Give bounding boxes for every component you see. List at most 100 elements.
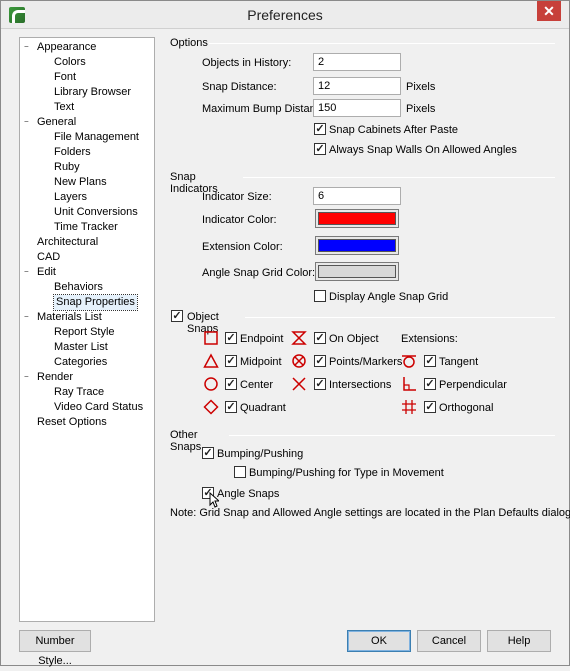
- snap-walls-checkbox[interactable]: ✓: [314, 143, 326, 155]
- tree-item-snap-properties[interactable]: Snap Properties: [53, 294, 138, 311]
- snap-perpendicular-label: Perpendicular: [439, 379, 507, 391]
- other-snaps-divider: [229, 435, 555, 436]
- x-icon: [292, 377, 306, 391]
- tree-item-appearance[interactable]: Appearance: [37, 40, 96, 55]
- snap-tangent-checkbox[interactable]: ✓: [424, 355, 436, 367]
- help-button[interactable]: Help: [487, 630, 551, 652]
- tree-item-general[interactable]: General: [37, 115, 76, 130]
- object-snaps-checkbox[interactable]: ✓: [171, 310, 183, 322]
- mouse-cursor-icon: [209, 492, 219, 508]
- number-style-button[interactable]: Number Style...: [19, 630, 91, 667]
- display-angle-grid-label: Display Angle Snap Grid: [329, 291, 449, 303]
- snap-midpoint-checkbox[interactable]: ✓: [225, 355, 237, 367]
- preferences-tree[interactable]: − Appearance Colors Font Library Browser Text…: [19, 37, 155, 622]
- tree-expander-icon[interactable]: −: [24, 313, 32, 321]
- snap-cabinets-label: Snap Cabinets After Paste: [329, 124, 459, 136]
- tree-item-edit[interactable]: Edit: [37, 265, 56, 280]
- tree-item-behaviors[interactable]: Behaviors: [54, 280, 103, 295]
- diamond-icon: [203, 399, 219, 415]
- snap-intersections-checkbox[interactable]: ✓: [314, 378, 326, 390]
- angle-snap-grid-color-label: Angle Snap Grid Color:: [202, 267, 316, 279]
- tree-item-layers[interactable]: Layers: [54, 190, 87, 205]
- tree-item-unit-conversions[interactable]: Unit Conversions: [54, 205, 138, 220]
- other-snaps-group-title: Other Snaps: [170, 429, 202, 453]
- tree-expander-icon[interactable]: −: [24, 118, 32, 126]
- snap-points-markers-checkbox[interactable]: ✓: [314, 355, 326, 367]
- indicator-size-field[interactable]: 6: [313, 187, 401, 205]
- tree-item-file-management[interactable]: File Management: [54, 130, 139, 145]
- extensions-label: Extensions:: [401, 333, 458, 345]
- object-snaps-divider: [245, 317, 555, 318]
- angle-snap-grid-color-button[interactable]: [315, 262, 399, 281]
- tree-item-font[interactable]: Font: [54, 70, 76, 85]
- snap-quadrant-label: Quadrant: [240, 402, 286, 414]
- snap-tangent-label: Tangent: [439, 356, 479, 368]
- tree-item-master-list[interactable]: Master List: [54, 340, 108, 355]
- window-title: Preferences: [247, 7, 323, 23]
- tree-item-ray-trace[interactable]: Ray Trace: [54, 385, 104, 400]
- extension-color-fill: [318, 239, 396, 252]
- snap-quadrant-checkbox[interactable]: ✓: [225, 401, 237, 413]
- preferences-window: Preferences ✕ − Appearance Colors Font Libra…: [0, 0, 570, 667]
- tree-item-folders[interactable]: Folders: [54, 145, 91, 160]
- cancel-button[interactable]: Cancel: [417, 630, 481, 652]
- snap-distance-field[interactable]: 12: [313, 77, 401, 95]
- snap-endpoint-label: Endpoint: [240, 333, 284, 345]
- plan-defaults-note: Note: Grid Snap and Allowed Angle settin…: [170, 507, 570, 519]
- extension-color-button[interactable]: [315, 236, 399, 255]
- tree-expander-icon[interactable]: −: [24, 43, 32, 51]
- close-button[interactable]: ✕: [537, 1, 561, 21]
- hourglass-icon: [291, 331, 307, 345]
- snap-indicators-divider: [243, 177, 555, 178]
- tree-item-report-style[interactable]: Report Style: [54, 325, 115, 340]
- options-divider: [209, 43, 555, 44]
- max-bump-distance-unit: Pixels: [406, 103, 436, 115]
- tree-item-cad[interactable]: CAD: [37, 250, 60, 265]
- tree-item-colors[interactable]: Colors: [54, 55, 86, 70]
- ok-button[interactable]: OK: [347, 630, 411, 652]
- snap-on-object-checkbox[interactable]: ✓: [314, 332, 326, 344]
- tangent-icon: [402, 355, 416, 368]
- tree-item-reset-options[interactable]: Reset Options: [37, 415, 107, 430]
- indicator-color-fill: [318, 212, 396, 225]
- tree-item-categories[interactable]: Categories: [54, 355, 107, 370]
- snap-perpendicular-checkbox[interactable]: ✓: [424, 378, 436, 390]
- objects-in-history-field[interactable]: 2: [313, 53, 401, 71]
- snap-distance-label: Snap Distance:: [202, 81, 277, 93]
- tree-item-new-plans[interactable]: New Plans: [54, 175, 107, 190]
- max-bump-distance-field[interactable]: 150: [313, 99, 401, 117]
- snap-distance-unit: Pixels: [406, 81, 436, 93]
- tree-expander-icon[interactable]: −: [24, 268, 32, 276]
- extension-color-label: Extension Color:: [202, 241, 283, 253]
- snap-midpoint-label: Midpoint: [240, 356, 282, 368]
- snap-endpoint-checkbox[interactable]: ✓: [225, 332, 237, 344]
- tree-item-architectural[interactable]: Architectural: [37, 235, 98, 250]
- circle-x-icon: [292, 354, 306, 368]
- bumping-pushing-label: Bumping/Pushing: [217, 448, 304, 460]
- snap-walls-label: Always Snap Walls On Allowed Angles: [329, 144, 517, 156]
- tree-item-materials-list[interactable]: Materials List: [37, 310, 102, 325]
- square-icon: [204, 331, 218, 345]
- snap-orthogonal-label: Orthogonal: [439, 402, 494, 414]
- tree-item-ruby[interactable]: Ruby: [54, 160, 80, 175]
- snap-center-checkbox[interactable]: ✓: [225, 378, 237, 390]
- snap-intersections-label: Intersections: [329, 379, 392, 391]
- bumping-pushing-checkbox[interactable]: ✓: [202, 447, 214, 459]
- tree-expander-icon[interactable]: −: [24, 373, 32, 381]
- max-bump-distance-label: Maximum Bump Distance:: [202, 103, 331, 115]
- snap-cabinets-checkbox[interactable]: ✓: [314, 123, 326, 135]
- options-group-title: Options: [170, 37, 208, 49]
- tree-item-render[interactable]: Render: [37, 370, 73, 385]
- objects-in-history-label: Objects in History:: [202, 57, 292, 69]
- bumping-type-in-label: Bumping/Pushing for Type in Movement: [249, 467, 444, 479]
- tree-item-time-tracker[interactable]: Time Tracker: [54, 220, 118, 235]
- display-angle-grid-checkbox[interactable]: [314, 290, 326, 302]
- indicator-color-button[interactable]: [315, 209, 399, 228]
- angle-snap-grid-color-fill: [318, 265, 396, 278]
- snap-orthogonal-checkbox[interactable]: ✓: [424, 401, 436, 413]
- tree-item-library-browser[interactable]: Library Browser: [54, 85, 131, 100]
- bumping-type-in-checkbox[interactable]: [234, 466, 246, 478]
- tree-item-video-card-status[interactable]: Video Card Status: [54, 400, 143, 415]
- tree-item-text[interactable]: Text: [54, 100, 74, 115]
- circle-icon: [204, 377, 218, 391]
